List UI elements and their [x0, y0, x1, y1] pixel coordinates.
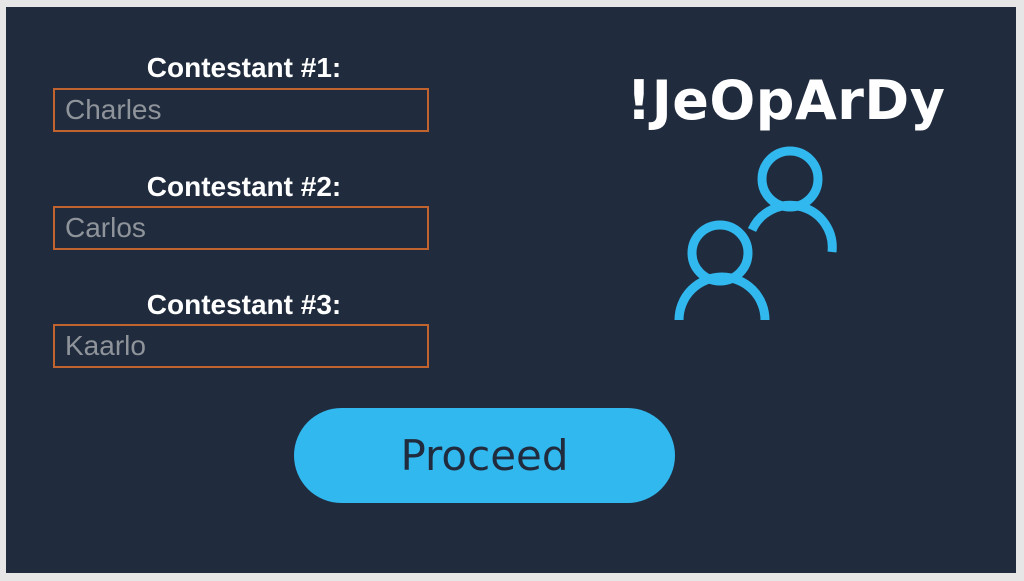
setup-screen: Contestant #1: Contestant #2: Contestant…: [6, 7, 1016, 573]
proceed-button[interactable]: Proceed: [294, 408, 675, 503]
contestant-1-label: Contestant #1:: [146, 52, 342, 83]
contestant-2-input[interactable]: [53, 206, 429, 250]
app-title: !JeOpArDy: [626, 69, 946, 132]
people-icon: [674, 146, 837, 321]
contestant-1-input[interactable]: [53, 88, 429, 132]
contestant-3-label: Contestant #3:: [146, 289, 342, 320]
contestant-3-input[interactable]: [53, 324, 429, 368]
contestant-2-label: Contestant #2:: [146, 171, 342, 202]
